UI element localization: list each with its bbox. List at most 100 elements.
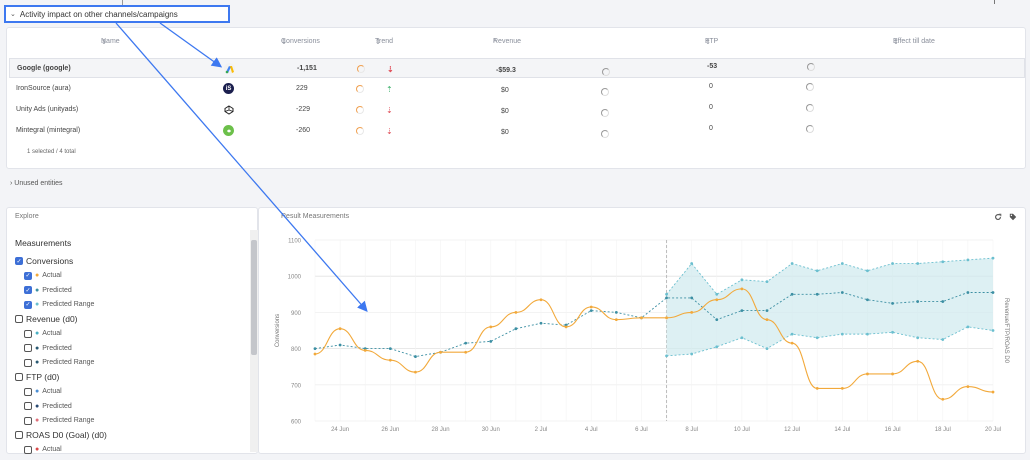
measurements-chart: 600 700 800 900 1000 1100 24 Jun 26 Jun 28 Jun 30…	[275, 239, 1009, 434]
data-point	[715, 345, 719, 349]
data-point	[815, 269, 819, 273]
x-tick-label: 12 Jul	[784, 427, 800, 433]
data-point	[338, 343, 342, 347]
data-point	[740, 336, 744, 340]
data-point	[313, 347, 317, 350]
data-point	[665, 354, 668, 358]
data-point	[665, 296, 668, 300]
x-tick-label: 16 Jul	[885, 427, 901, 433]
data-point	[891, 330, 894, 334]
data-point	[916, 300, 920, 303]
data-point	[464, 350, 468, 354]
data-point	[840, 332, 844, 336]
x-tick-label: 24 Jun	[331, 427, 349, 433]
data-point	[941, 338, 945, 341]
x-tick-label: 4 Jul	[585, 427, 598, 433]
data-point	[790, 341, 794, 345]
x-tick-label: 8 Jul	[685, 427, 698, 433]
data-point	[715, 298, 719, 302]
data-point	[690, 296, 694, 300]
data-point	[589, 305, 593, 309]
data-point	[539, 298, 543, 302]
data-point	[640, 316, 643, 320]
x-tick-label: 26 Jun	[381, 427, 399, 433]
data-point	[790, 332, 794, 336]
data-point	[991, 390, 995, 394]
data-point	[966, 325, 970, 329]
data-point	[614, 311, 618, 314]
data-point	[715, 292, 719, 296]
data-point	[539, 321, 543, 325]
data-point	[338, 327, 342, 331]
y-tick-label: 700	[291, 383, 302, 389]
data-point	[514, 327, 518, 331]
data-point	[765, 318, 769, 322]
data-point	[941, 397, 945, 401]
data-point	[464, 341, 468, 345]
data-point	[840, 387, 844, 390]
y-axis-label: Conversions	[275, 314, 281, 347]
y-tick-label: 1000	[288, 275, 302, 281]
data-point	[765, 280, 769, 284]
data-point	[715, 318, 719, 322]
data-point	[916, 262, 920, 265]
data-point	[966, 385, 970, 389]
data-point	[815, 336, 819, 340]
data-point	[690, 311, 694, 314]
x-tick-label: 10 Jul	[734, 427, 750, 433]
data-point	[690, 352, 694, 356]
data-point	[690, 262, 694, 265]
data-point	[790, 292, 794, 296]
x-tick-label: 6 Jul	[635, 427, 648, 433]
data-point	[891, 301, 894, 305]
data-point	[765, 347, 769, 350]
data-point	[966, 291, 970, 294]
y-tick-label: 900	[291, 311, 302, 317]
data-point	[313, 352, 317, 356]
y-tick-label: 1100	[288, 239, 302, 245]
data-point	[564, 325, 568, 329]
data-point	[665, 292, 668, 296]
data-point	[891, 262, 894, 265]
data-point	[589, 309, 593, 312]
y2-axis-label: Revenue/FTP/ROAS D0	[1003, 298, 1009, 364]
data-point	[514, 311, 518, 314]
data-point	[740, 287, 744, 291]
data-point	[815, 292, 819, 296]
data-point	[941, 300, 945, 303]
data-point	[439, 350, 442, 354]
data-point	[363, 349, 367, 352]
y-tick-label: 600	[291, 420, 302, 426]
data-point	[840, 262, 844, 265]
data-point	[941, 260, 945, 264]
predicted-range-band	[666, 258, 993, 356]
data-point	[991, 256, 995, 260]
data-point	[665, 316, 668, 320]
data-point	[866, 269, 869, 273]
data-point	[991, 329, 995, 332]
data-point	[614, 318, 618, 322]
data-point	[991, 291, 995, 294]
x-tick-label: 2 Jul	[535, 427, 548, 433]
data-point	[866, 332, 869, 336]
data-point	[388, 358, 392, 362]
data-point	[916, 336, 920, 340]
x-tick-label: 18 Jul	[935, 427, 951, 433]
data-point	[966, 258, 970, 262]
data-point	[815, 387, 819, 390]
data-point	[891, 372, 894, 376]
data-point	[790, 262, 794, 265]
x-tick-label: 20 Jul	[985, 427, 1001, 433]
x-tick-label: 14 Jul	[834, 427, 850, 433]
x-tick-label: 30 Jun	[482, 427, 500, 433]
data-point	[414, 370, 417, 374]
data-point	[866, 298, 869, 302]
data-point	[740, 278, 744, 282]
data-point	[489, 325, 493, 329]
y-tick-label: 800	[291, 347, 302, 353]
data-point	[489, 339, 493, 343]
data-point	[414, 355, 417, 358]
data-point	[765, 309, 769, 312]
data-point	[916, 359, 920, 363]
data-point	[866, 372, 869, 376]
